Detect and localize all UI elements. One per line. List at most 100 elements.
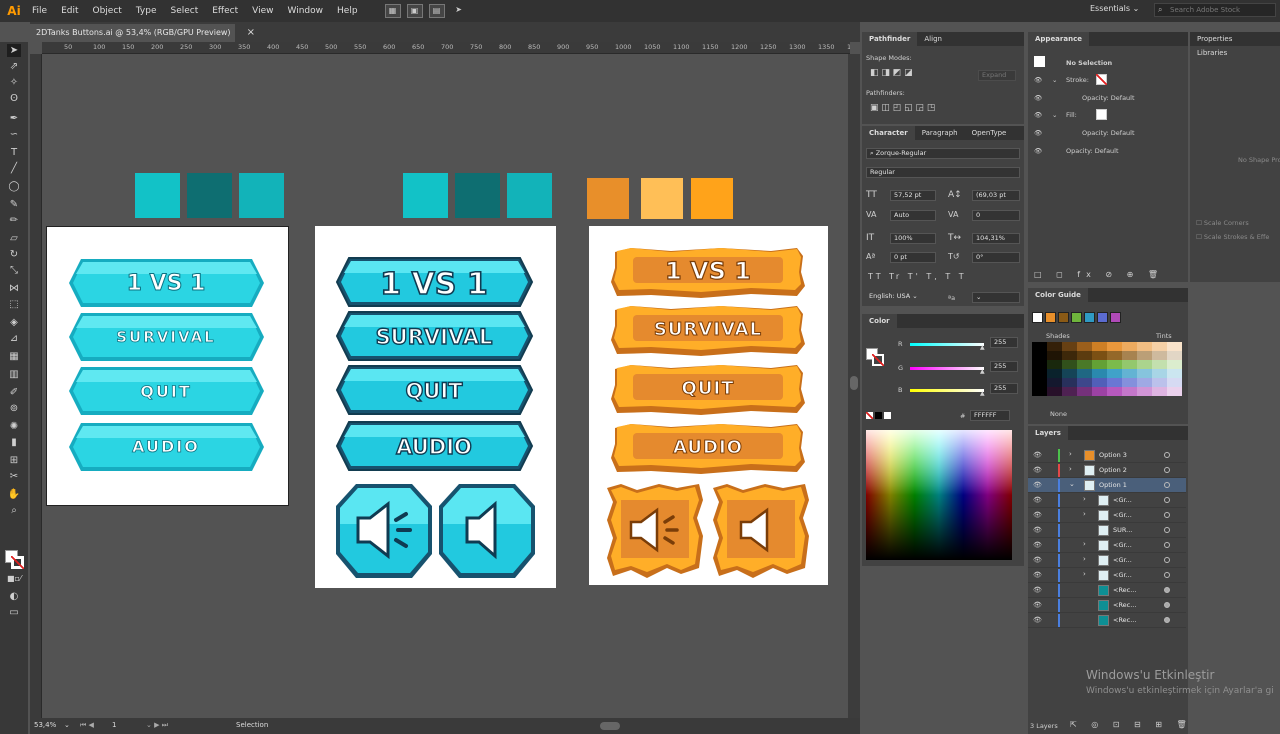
color-variation-cell[interactable] (1077, 351, 1092, 360)
target-icon[interactable] (1164, 617, 1170, 623)
eyedropper-tool-icon[interactable]: ✐ (7, 386, 21, 399)
appearance-footer-icons[interactable]: □ ◻ fx ⊘ ⊕ 🗑 (1034, 270, 1164, 279)
color-variation-cell[interactable] (1137, 387, 1152, 396)
green-slider-track[interactable] (910, 367, 984, 370)
chevron-down-icon[interactable]: ⌄ (1069, 480, 1075, 488)
pencil-tool-icon[interactable]: ✏ (7, 214, 21, 227)
font-size-input[interactable]: 57,52 pt (890, 190, 936, 201)
color-variation-cell[interactable] (1062, 369, 1077, 378)
color-variation-cell[interactable] (1137, 351, 1152, 360)
shape-builder-tool-icon[interactable]: ◈ (7, 316, 21, 329)
color-variation-cell[interactable] (1047, 360, 1062, 369)
layer-row[interactable]: 👁 › Option 2 (1028, 463, 1186, 478)
color-variation-cell[interactable] (1137, 369, 1152, 378)
red-slider-track[interactable] (910, 343, 984, 346)
color-variation-cell[interactable] (1092, 351, 1107, 360)
artboard-nav-prev-icons[interactable]: ⏮ ◀ (80, 721, 94, 730)
target-icon[interactable] (1164, 467, 1170, 473)
color-variation-cell[interactable] (1092, 342, 1107, 351)
eye-icon[interactable]: 👁 (1033, 526, 1042, 534)
harmony-swatches[interactable] (1032, 312, 1158, 323)
draw-mode-icon[interactable]: ◐ (7, 590, 21, 603)
sublayer-row[interactable]: 👁 <Rec... (1028, 613, 1186, 628)
stock-search-input[interactable]: Search Adobe Stock (1154, 3, 1276, 17)
tab-libraries[interactable]: Libraries (1190, 46, 1234, 60)
menu-window[interactable]: Window (281, 6, 331, 16)
color-variation-cell[interactable] (1107, 360, 1122, 369)
eye-icon[interactable]: 👁 (1034, 129, 1042, 137)
color-variation-cell[interactable] (1047, 351, 1062, 360)
green-input[interactable]: 255 (990, 361, 1018, 372)
color-variation-cell[interactable] (1107, 369, 1122, 378)
color-variation-cell[interactable] (1032, 360, 1047, 369)
perspective-grid-tool-icon[interactable]: ⊿ (7, 332, 21, 345)
sound-off-button[interactable] (439, 484, 535, 578)
sublayer-row[interactable]: 👁 <Rec... (1028, 598, 1186, 613)
magic-wand-tool-icon[interactable]: ✧ (7, 76, 21, 89)
layer-row[interactable]: 👁 ⌄ Option 1 (1028, 478, 1186, 493)
color-variation-cell[interactable] (1107, 387, 1122, 396)
color-variation-cell[interactable] (1122, 360, 1137, 369)
menu-type[interactable]: Type (129, 6, 164, 16)
color-variation-cell[interactable] (1032, 378, 1047, 387)
horizontal-scale-input[interactable]: 104,31% (972, 233, 1020, 244)
sound-off-button[interactable] (713, 484, 809, 578)
ellipse-tool-icon[interactable]: ◯ (7, 180, 21, 193)
color-variation-cell[interactable] (1047, 342, 1062, 351)
layer-row[interactable]: 👁 › Option 3 (1028, 448, 1186, 463)
color-variation-cell[interactable] (1122, 351, 1137, 360)
sublayer-row[interactable]: 👁 SUR... (1028, 523, 1186, 538)
swatch-teal-dark[interactable] (187, 173, 232, 218)
sound-on-button[interactable] (336, 484, 432, 578)
color-variation-cell[interactable] (1167, 351, 1182, 360)
tab-character[interactable]: Character (862, 126, 915, 140)
color-variation-cell[interactable] (1062, 351, 1077, 360)
eye-icon[interactable]: 👁 (1033, 451, 1042, 459)
button-survival[interactable]: SURVIVAL (335, 311, 534, 361)
zoom-dropdown-icon[interactable]: ⌄ (64, 721, 70, 729)
color-variation-cell[interactable] (1077, 378, 1092, 387)
chevron-right-icon[interactable]: › (1083, 555, 1086, 563)
scale-corners-checkbox[interactable]: ☐ Scale Corners (1196, 219, 1249, 227)
fill-white-swatch[interactable] (1096, 109, 1107, 120)
button-quit[interactable]: QUIT (611, 365, 805, 415)
hex-input[interactable]: FFFFFF (970, 410, 1010, 421)
color-variation-cell[interactable] (1107, 378, 1122, 387)
target-icon[interactable] (1164, 482, 1170, 488)
eye-icon[interactable]: 👁 (1033, 571, 1042, 579)
artboard-option-1[interactable]: 1 VS 1 SURVIVAL QUIT AUDIO (46, 226, 289, 506)
mesh-tool-icon[interactable]: ▦ (7, 350, 21, 363)
tab-properties[interactable]: Properties (1190, 32, 1239, 46)
color-variation-cell[interactable] (1137, 342, 1152, 351)
color-variation-cell[interactable] (1152, 351, 1167, 360)
font-family-select[interactable]: ⌕ Zorque-Regular (866, 148, 1020, 159)
lasso-tool-icon[interactable]: ʘ (7, 92, 21, 105)
chevron-right-icon[interactable]: › (1069, 450, 1072, 458)
color-variation-cell[interactable] (1092, 387, 1107, 396)
fill-opacity[interactable]: Opacity: Default (1082, 129, 1135, 137)
color-variation-cell[interactable] (1092, 369, 1107, 378)
color-variation-cell[interactable] (1077, 360, 1092, 369)
slice-tool-icon[interactable]: ✂ (7, 470, 21, 483)
color-variation-cell[interactable] (1167, 387, 1182, 396)
button-survival[interactable]: SURVIVAL (69, 313, 264, 361)
harmony-swatch[interactable] (1071, 312, 1082, 323)
free-transform-tool-icon[interactable]: ⬚ (7, 298, 21, 311)
target-icon[interactable] (1164, 557, 1170, 563)
target-icon[interactable] (1164, 602, 1170, 608)
color-variation-cell[interactable] (1032, 369, 1047, 378)
kerning-input[interactable]: Auto (890, 210, 936, 221)
object-opacity[interactable]: Opacity: Default (1066, 147, 1119, 155)
width-tool-icon[interactable]: ⋈ (7, 282, 21, 295)
red-slider-handle-icon[interactable]: ▲ (980, 344, 985, 351)
color-variation-cell[interactable] (1077, 369, 1092, 378)
target-icon[interactable] (1164, 572, 1170, 578)
color-variation-cell[interactable] (1092, 378, 1107, 387)
color-variation-cell[interactable] (1167, 360, 1182, 369)
color-variation-cell[interactable] (1062, 378, 1077, 387)
menu-view[interactable]: View (245, 6, 280, 16)
artboard-option-3[interactable]: 1 VS 1 SURVIVAL QUIT AUDIO (589, 226, 828, 585)
swatch-teal-mid[interactable] (239, 173, 284, 218)
zoom-level[interactable]: 53,4% (34, 721, 56, 729)
blend-tool-icon[interactable]: ⊚ (7, 402, 21, 415)
